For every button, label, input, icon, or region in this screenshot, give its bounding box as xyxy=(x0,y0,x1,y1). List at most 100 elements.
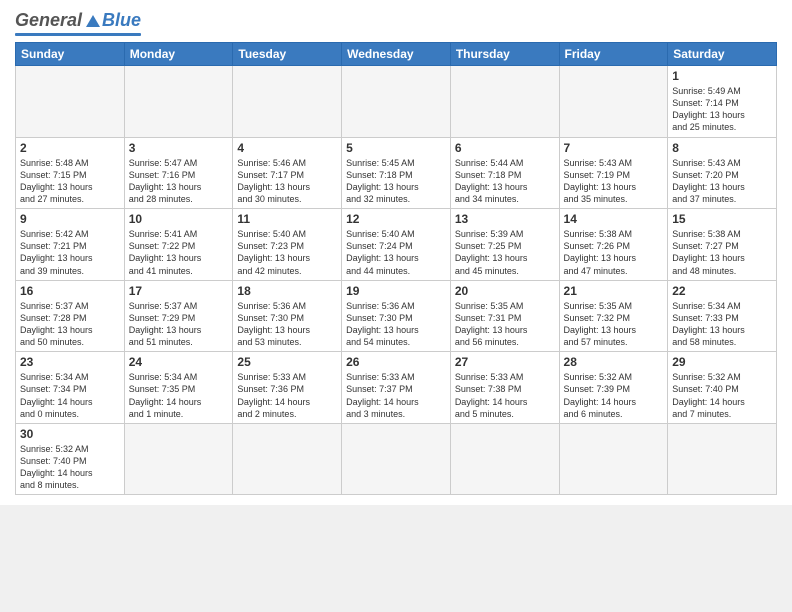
day-number: 26 xyxy=(346,355,446,369)
weekday-header-thursday: Thursday xyxy=(450,43,559,66)
calendar-cell: 27 Sunrise: 5:33 AM Sunset: 7:38 PM Dayli… xyxy=(450,352,559,424)
calendar-cell xyxy=(450,423,559,495)
day-number: 2 xyxy=(20,141,120,155)
day-info: Sunrise: 5:37 AM Sunset: 7:29 PM Dayligh… xyxy=(129,300,229,349)
logo-blue-text: Blue xyxy=(102,10,141,31)
calendar-cell: 8Sunrise: 5:43 AM Sunset: 7:20 PM Daylig… xyxy=(668,137,777,209)
day-info: Sunrise: 5:34 AM Sunset: 7:33 PM Dayligh… xyxy=(672,300,772,349)
weekday-header-sunday: Sunday xyxy=(16,43,125,66)
day-info: Sunrise: 5:33 AM Sunset: 7:37 PM Dayligh… xyxy=(346,371,446,420)
calendar-cell xyxy=(233,423,342,495)
calendar-cell: 29Sunrise: 5:32 AM Sunset: 7:40 PM Dayli… xyxy=(668,352,777,424)
logo: General Blue xyxy=(15,10,141,36)
page: General Blue SundayMondayTuesdayWednesda… xyxy=(0,0,792,505)
day-info: Sunrise: 5:47 AM Sunset: 7:16 PM Dayligh… xyxy=(129,157,229,206)
weekday-header-saturday: Saturday xyxy=(668,43,777,66)
day-info: Sunrise: 5:35 AM Sunset: 7:32 PM Dayligh… xyxy=(564,300,664,349)
week-row-0: 1Sunrise: 5:49 AM Sunset: 7:14 PM Daylig… xyxy=(16,66,777,138)
day-number: 28 xyxy=(564,355,664,369)
day-number: 7 xyxy=(564,141,664,155)
day-number: 19 xyxy=(346,284,446,298)
calendar-cell: 4Sunrise: 5:46 AM Sunset: 7:17 PM Daylig… xyxy=(233,137,342,209)
day-number: 24 xyxy=(129,355,229,369)
day-info: Sunrise: 5:43 AM Sunset: 7:19 PM Dayligh… xyxy=(564,157,664,206)
calendar-cell: 2 Sunrise: 5:48 AM Sunset: 7:15 PM Daylig… xyxy=(16,137,125,209)
calendar-cell: 17 Sunrise: 5:37 AM Sunset: 7:29 PM Dayli… xyxy=(124,280,233,352)
day-info: Sunrise: 5:38 AM Sunset: 7:27 PM Dayligh… xyxy=(672,228,772,277)
calendar-cell: 7 Sunrise: 5:43 AM Sunset: 7:19 PM Daylig… xyxy=(559,137,668,209)
logo-triangle-icon xyxy=(86,15,100,27)
day-info: Sunrise: 5:35 AM Sunset: 7:31 PM Dayligh… xyxy=(455,300,555,349)
calendar-table: SundayMondayTuesdayWednesdayThursdayFrid… xyxy=(15,42,777,495)
calendar-cell: 16Sunrise: 5:37 AM Sunset: 7:28 PM Dayli… xyxy=(16,280,125,352)
weekday-header-wednesday: Wednesday xyxy=(342,43,451,66)
week-row-5: 30Sunrise: 5:32 AM Sunset: 7:40 PM Dayli… xyxy=(16,423,777,495)
day-number: 30 xyxy=(20,427,120,441)
calendar-cell: 12 Sunrise: 5:40 AM Sunset: 7:24 PM Dayli… xyxy=(342,209,451,281)
calendar-cell: 19 Sunrise: 5:36 AM Sunset: 7:30 PM Dayli… xyxy=(342,280,451,352)
day-number: 25 xyxy=(237,355,337,369)
week-row-2: 9Sunrise: 5:42 AM Sunset: 7:21 PM Daylig… xyxy=(16,209,777,281)
calendar-cell xyxy=(559,423,668,495)
calendar-cell: 22 Sunrise: 5:34 AM Sunset: 7:33 PM Dayli… xyxy=(668,280,777,352)
day-number: 5 xyxy=(346,141,446,155)
weekday-header-monday: Monday xyxy=(124,43,233,66)
calendar-cell: 1Sunrise: 5:49 AM Sunset: 7:14 PM Daylig… xyxy=(668,66,777,138)
day-number: 18 xyxy=(237,284,337,298)
day-info: Sunrise: 5:45 AM Sunset: 7:18 PM Dayligh… xyxy=(346,157,446,206)
header: General Blue xyxy=(15,10,777,36)
day-number: 22 xyxy=(672,284,772,298)
day-number: 27 xyxy=(455,355,555,369)
weekday-header-friday: Friday xyxy=(559,43,668,66)
logo-general-text: General xyxy=(15,10,82,31)
day-info: Sunrise: 5:32 AM Sunset: 7:39 PM Dayligh… xyxy=(564,371,664,420)
day-number: 3 xyxy=(129,141,229,155)
day-number: 29 xyxy=(672,355,772,369)
day-number: 17 xyxy=(129,284,229,298)
day-number: 13 xyxy=(455,212,555,226)
day-info: Sunrise: 5:33 AM Sunset: 7:38 PM Dayligh… xyxy=(455,371,555,420)
day-info: Sunrise: 5:37 AM Sunset: 7:28 PM Dayligh… xyxy=(20,300,120,349)
day-info: Sunrise: 5:34 AM Sunset: 7:35 PM Dayligh… xyxy=(129,371,229,420)
day-info: Sunrise: 5:33 AM Sunset: 7:36 PM Dayligh… xyxy=(237,371,337,420)
day-info: Sunrise: 5:41 AM Sunset: 7:22 PM Dayligh… xyxy=(129,228,229,277)
day-info: Sunrise: 5:40 AM Sunset: 7:24 PM Dayligh… xyxy=(346,228,446,277)
calendar-cell: 18 Sunrise: 5:36 AM Sunset: 7:30 PM Dayli… xyxy=(233,280,342,352)
calendar-cell: 10 Sunrise: 5:41 AM Sunset: 7:22 PM Dayli… xyxy=(124,209,233,281)
logo-divider xyxy=(15,33,141,36)
calendar-cell: 3 Sunrise: 5:47 AM Sunset: 7:16 PM Daylig… xyxy=(124,137,233,209)
calendar-cell: 23Sunrise: 5:34 AM Sunset: 7:34 PM Dayli… xyxy=(16,352,125,424)
calendar-cell: 15Sunrise: 5:38 AM Sunset: 7:27 PM Dayli… xyxy=(668,209,777,281)
calendar-cell xyxy=(559,66,668,138)
calendar-cell: 20 Sunrise: 5:35 AM Sunset: 7:31 PM Dayli… xyxy=(450,280,559,352)
weekday-header-tuesday: Tuesday xyxy=(233,43,342,66)
calendar-cell xyxy=(450,66,559,138)
day-number: 20 xyxy=(455,284,555,298)
day-info: Sunrise: 5:40 AM Sunset: 7:23 PM Dayligh… xyxy=(237,228,337,277)
calendar-cell xyxy=(124,66,233,138)
calendar-cell xyxy=(124,423,233,495)
calendar-cell xyxy=(668,423,777,495)
day-info: Sunrise: 5:36 AM Sunset: 7:30 PM Dayligh… xyxy=(237,300,337,349)
calendar-cell: 30Sunrise: 5:32 AM Sunset: 7:40 PM Dayli… xyxy=(16,423,125,495)
day-number: 14 xyxy=(564,212,664,226)
day-info: Sunrise: 5:42 AM Sunset: 7:21 PM Dayligh… xyxy=(20,228,120,277)
day-number: 8 xyxy=(672,141,772,155)
calendar-cell: 6 Sunrise: 5:44 AM Sunset: 7:18 PM Daylig… xyxy=(450,137,559,209)
day-number: 6 xyxy=(455,141,555,155)
day-info: Sunrise: 5:36 AM Sunset: 7:30 PM Dayligh… xyxy=(346,300,446,349)
day-number: 10 xyxy=(129,212,229,226)
day-info: Sunrise: 5:38 AM Sunset: 7:26 PM Dayligh… xyxy=(564,228,664,277)
calendar-cell: 14 Sunrise: 5:38 AM Sunset: 7:26 PM Dayli… xyxy=(559,209,668,281)
day-number: 21 xyxy=(564,284,664,298)
calendar-cell: 28 Sunrise: 5:32 AM Sunset: 7:39 PM Dayli… xyxy=(559,352,668,424)
calendar-cell xyxy=(16,66,125,138)
calendar-cell: 5 Sunrise: 5:45 AM Sunset: 7:18 PM Daylig… xyxy=(342,137,451,209)
week-row-3: 16Sunrise: 5:37 AM Sunset: 7:28 PM Dayli… xyxy=(16,280,777,352)
week-row-1: 2 Sunrise: 5:48 AM Sunset: 7:15 PM Daylig… xyxy=(16,137,777,209)
calendar-cell xyxy=(342,423,451,495)
day-info: Sunrise: 5:44 AM Sunset: 7:18 PM Dayligh… xyxy=(455,157,555,206)
day-number: 12 xyxy=(346,212,446,226)
day-info: Sunrise: 5:48 AM Sunset: 7:15 PM Dayligh… xyxy=(20,157,120,206)
day-info: Sunrise: 5:34 AM Sunset: 7:34 PM Dayligh… xyxy=(20,371,120,420)
